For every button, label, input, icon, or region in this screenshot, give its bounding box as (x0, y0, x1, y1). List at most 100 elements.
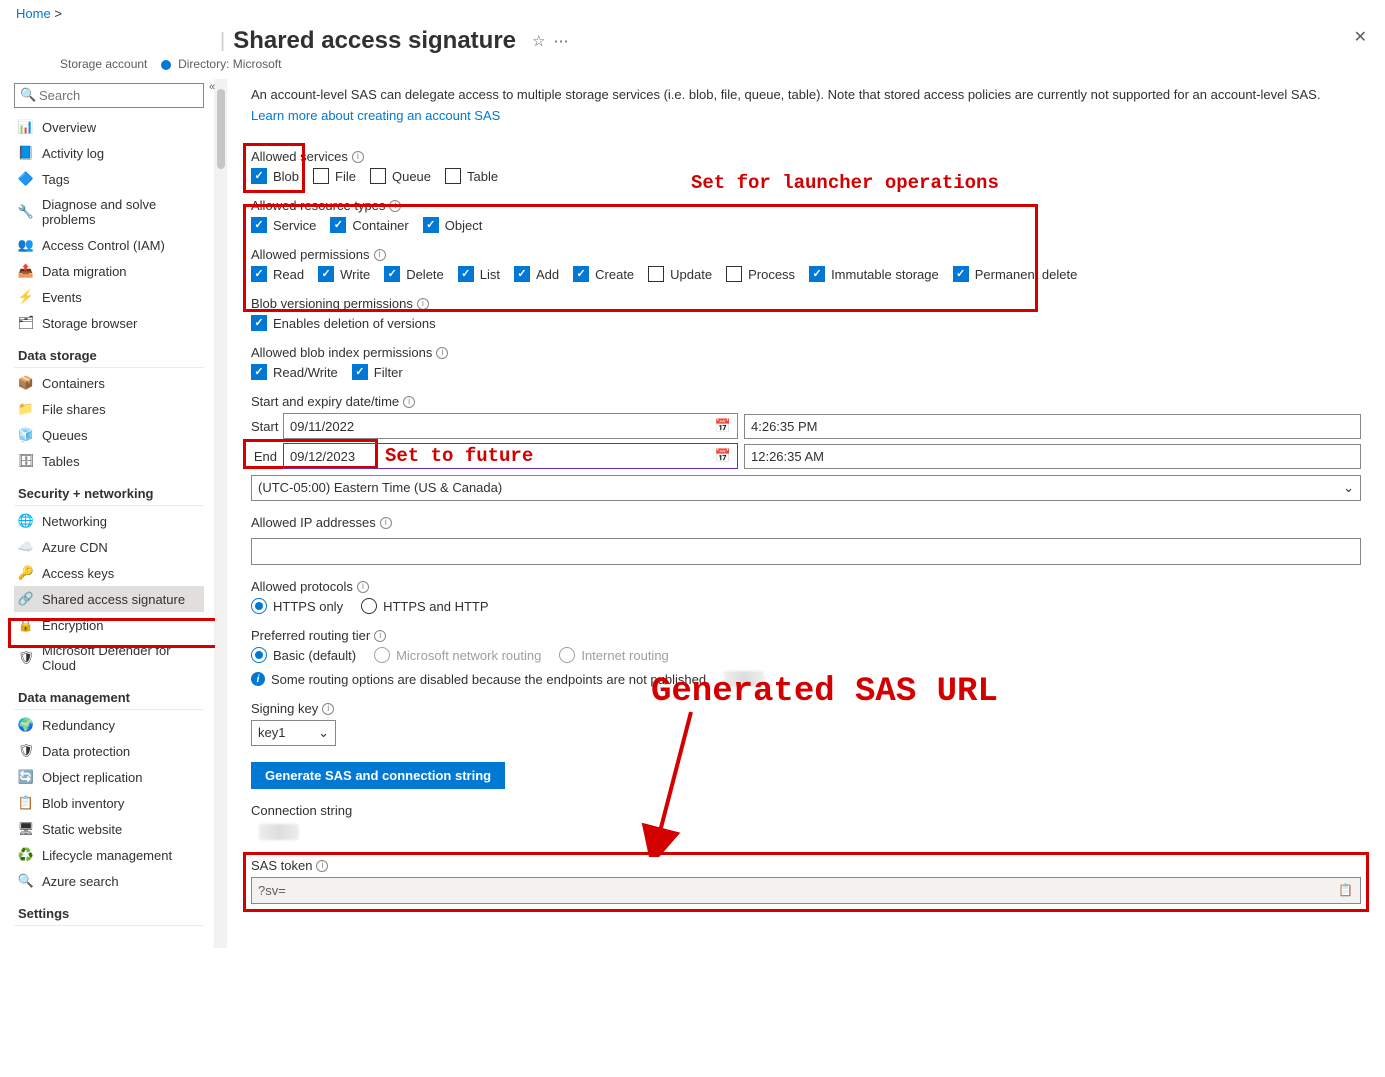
timezone-select[interactable]: (UTC-05:00) Eastern Time (US & Canada)⌄ (251, 475, 1361, 501)
checkbox-box[interactable] (330, 217, 346, 233)
checkbox-file[interactable]: File (313, 168, 356, 184)
checkbox-box[interactable] (953, 266, 969, 282)
radio-https-only[interactable]: HTTPS only (251, 598, 343, 614)
scrollbar-thumb[interactable] (217, 89, 225, 169)
sidebar-item-encryption[interactable]: 🔒Encryption (14, 612, 204, 638)
radio-https-and-http[interactable]: HTTPS and HTTP (361, 598, 488, 614)
sidebar-item-iam[interactable]: 👥Access Control (IAM) (14, 232, 204, 258)
checkbox-process[interactable]: Process (726, 266, 795, 282)
checkbox-immutable-storage[interactable]: Immutable storage (809, 266, 939, 282)
radio-circle[interactable] (251, 647, 267, 663)
checkbox-write[interactable]: Write (318, 266, 370, 282)
info-icon[interactable]: i (374, 249, 386, 261)
checkbox-box[interactable] (573, 266, 589, 282)
sidebar-item-data-protection[interactable]: 🛡Data protection (14, 738, 204, 764)
checkbox-box[interactable] (251, 364, 267, 380)
radio-circle[interactable] (251, 598, 267, 614)
close-icon[interactable]: ✕ (1354, 27, 1367, 47)
checkbox-permanent-delete[interactable]: Permanent delete (953, 266, 1078, 282)
checkbox-box[interactable] (514, 266, 530, 282)
checkbox-box[interactable] (458, 266, 474, 282)
checkbox-box[interactable] (313, 168, 329, 184)
checkbox-box[interactable] (251, 217, 267, 233)
info-icon[interactable]: i (357, 581, 369, 593)
start-time-input[interactable]: 4:26:35 PM (744, 414, 1361, 439)
signing-key-select[interactable]: key1⌄ (251, 720, 336, 746)
info-icon[interactable]: i (352, 151, 364, 163)
checkbox-box[interactable] (445, 168, 461, 184)
sidebar-item-events[interactable]: ⚡Events (14, 284, 204, 310)
checkbox-box[interactable] (809, 266, 825, 282)
sidebar-item-overview[interactable]: 📊Overview (14, 114, 204, 140)
checkbox-box[interactable] (251, 168, 267, 184)
radio-circle[interactable] (361, 598, 377, 614)
checkbox-blob[interactable]: Blob (251, 168, 299, 184)
checkbox-box[interactable] (352, 364, 368, 380)
info-icon[interactable]: i (436, 347, 448, 359)
end-date-input[interactable]: 09/12/2023📅 (283, 443, 738, 469)
info-icon[interactable]: i (389, 200, 401, 212)
ip-input[interactable] (251, 538, 1361, 565)
checkbox-box[interactable] (251, 266, 267, 282)
checkbox-enables-deletion-of-versions[interactable]: Enables deletion of versions (251, 315, 436, 331)
checkbox-create[interactable]: Create (573, 266, 634, 282)
info-icon[interactable]: i (380, 517, 392, 529)
sidebar-item-blob-inventory[interactable]: 📋Blob inventory (14, 790, 204, 816)
checkbox-table[interactable]: Table (445, 168, 498, 184)
checkbox-service[interactable]: Service (251, 217, 316, 233)
checkbox-box[interactable] (318, 266, 334, 282)
checkbox-filter[interactable]: Filter (352, 364, 403, 380)
checkbox-box[interactable] (370, 168, 386, 184)
checkbox-box[interactable] (251, 315, 267, 331)
info-icon[interactable]: i (403, 396, 415, 408)
sas-token-field[interactable] (251, 877, 1361, 904)
checkbox-add[interactable]: Add (514, 266, 559, 282)
checkbox-delete[interactable]: Delete (384, 266, 444, 282)
sidebar-item-diagnose[interactable]: 🔧Diagnose and solve problems (14, 192, 204, 232)
generate-sas-button[interactable]: Generate SAS and connection string (251, 762, 505, 789)
sidebar-item-activity-log[interactable]: 📘Activity log (14, 140, 204, 166)
checkbox-box[interactable] (423, 217, 439, 233)
checkbox-container[interactable]: Container (330, 217, 408, 233)
checkbox-read-write[interactable]: Read/Write (251, 364, 338, 380)
radio-basic-default-[interactable]: Basic (default) (251, 647, 356, 663)
sidebar-search-input[interactable] (14, 83, 204, 108)
checkbox-list[interactable]: List (458, 266, 500, 282)
checkbox-object[interactable]: Object (423, 217, 483, 233)
checkbox-box[interactable] (384, 266, 400, 282)
sidebar-item-lifecycle[interactable]: ♻️Lifecycle management (14, 842, 204, 868)
info-icon[interactable]: i (322, 703, 334, 715)
checkbox-update[interactable]: Update (648, 266, 712, 282)
sidebar-item-static-website[interactable]: 🖥Static website (14, 816, 204, 842)
more-ellipsis-icon[interactable]: ⋯ (553, 32, 568, 50)
start-date-input[interactable]: 09/11/2022📅 (283, 413, 738, 439)
sidebar-item-defender[interactable]: 🛡Microsoft Defender for Cloud (14, 638, 204, 678)
end-time-input[interactable]: 12:26:35 AM (744, 444, 1361, 469)
sidebar-item-containers[interactable]: 📦Containers (14, 370, 204, 396)
info-icon[interactable]: i (316, 860, 328, 872)
info-icon[interactable]: i (374, 630, 386, 642)
sidebar-item-data-migration[interactable]: 📤Data migration (14, 258, 204, 284)
copy-icon[interactable]: 📋 (1338, 883, 1353, 897)
checkbox-read[interactable]: Read (251, 266, 304, 282)
sidebar-item-access-keys[interactable]: 🔑Access keys (14, 560, 204, 586)
scrollbar[interactable] (215, 79, 227, 948)
checkbox-queue[interactable]: Queue (370, 168, 431, 184)
sidebar-item-object-replication[interactable]: 🔄Object replication (14, 764, 204, 790)
checkbox-box[interactable] (648, 266, 664, 282)
info-icon[interactable]: i (417, 298, 429, 310)
sidebar-item-redundancy[interactable]: 🌍Redundancy (14, 712, 204, 738)
sidebar-item-queues[interactable]: 🧊Queues (14, 422, 204, 448)
checkbox-box[interactable] (726, 266, 742, 282)
learn-more-link[interactable]: Learn more about creating an account SAS (251, 108, 500, 123)
sidebar-item-storage-browser[interactable]: 🗂Storage browser (14, 310, 204, 336)
sidebar-item-sas[interactable]: 🔗Shared access signature (14, 586, 204, 612)
breadcrumb-home[interactable]: Home (16, 6, 51, 21)
sidebar-item-networking[interactable]: 🌐Networking (14, 508, 204, 534)
sidebar-item-tables[interactable]: 🗄Tables (14, 448, 204, 474)
sidebar-item-file-shares[interactable]: 📁File shares (14, 396, 204, 422)
sidebar-item-azure-cdn[interactable]: ☁️Azure CDN (14, 534, 204, 560)
sidebar-item-tags[interactable]: 🔷Tags (14, 166, 204, 192)
favorite-star-icon[interactable]: ☆ (532, 32, 545, 50)
sidebar-item-azure-search[interactable]: 🔍Azure search (14, 868, 204, 894)
